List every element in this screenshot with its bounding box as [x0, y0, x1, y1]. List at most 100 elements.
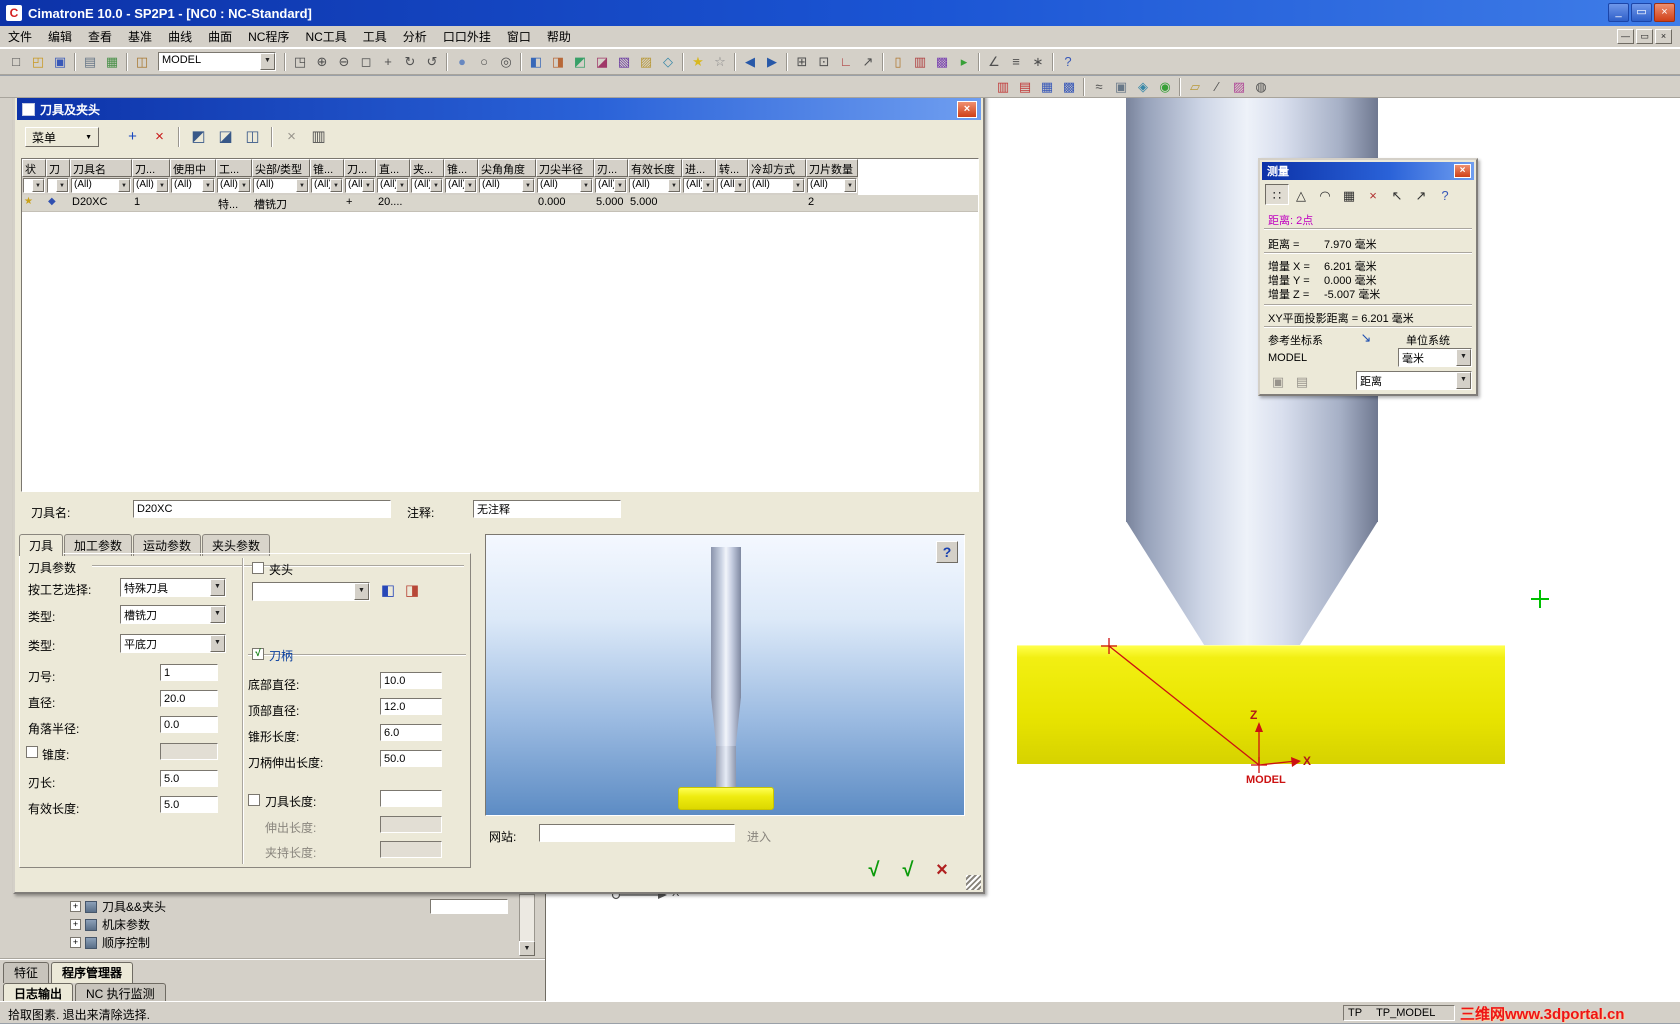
- menu-item[interactable]: NC工具: [297, 26, 354, 47]
- resize-grip[interactable]: [966, 875, 981, 890]
- mdi-window-button[interactable]: ▭: [1636, 29, 1653, 44]
- column-header[interactable]: 刀: [46, 159, 70, 177]
- tree-value-field[interactable]: [430, 899, 508, 914]
- clipboard-icon[interactable]: ▯: [887, 52, 909, 72]
- shank-param-input[interactable]: [380, 724, 442, 741]
- panel-tab[interactable]: 程序管理器: [51, 962, 134, 983]
- corner-radius-input[interactable]: [160, 716, 218, 733]
- measure-close-button[interactable]: ×: [1454, 164, 1471, 178]
- preview-help-button[interactable]: ?: [936, 541, 958, 563]
- diameter-input[interactable]: [160, 690, 218, 707]
- column-filter[interactable]: (All) ▼: [682, 177, 716, 195]
- menu-item[interactable]: 曲线: [160, 26, 200, 47]
- column-header[interactable]: 尖部/类型: [252, 159, 310, 177]
- help-icon[interactable]: ?: [1057, 52, 1079, 72]
- deselect-icon[interactable]: ×: [1361, 184, 1385, 205]
- column-filter[interactable]: ▼: [46, 177, 70, 195]
- light-icon[interactable]: ★: [687, 52, 709, 72]
- chevron-down-icon[interactable]: ▼: [210, 606, 225, 623]
- chevron-down-icon[interactable]: ▼: [32, 179, 44, 192]
- column-filter[interactable]: (All) ▼: [170, 177, 216, 195]
- measure-angle-icon[interactable]: ∠: [983, 52, 1005, 72]
- unit-select[interactable]: 毫米 ▼: [1398, 348, 1472, 367]
- redraw-icon[interactable]: ↺: [421, 52, 443, 72]
- column-header[interactable]: 刃...: [594, 159, 628, 177]
- save-result-icon[interactable]: ▣: [1266, 370, 1290, 391]
- comment-input[interactable]: [473, 500, 621, 518]
- chevron-down-icon[interactable]: ▼: [844, 179, 856, 192]
- chevron-down-icon[interactable]: ▼: [702, 179, 714, 192]
- menu-item[interactable]: 帮助: [539, 26, 579, 47]
- chevron-down-icon[interactable]: ▼: [354, 583, 369, 600]
- nc-report-icon[interactable]: ▤: [1014, 77, 1036, 97]
- shank-checkbox[interactable]: √: [252, 648, 264, 660]
- column-filter[interactable]: (All) ▼: [410, 177, 444, 195]
- menu-item[interactable]: 工具: [355, 26, 395, 47]
- menu-item[interactable]: 查看: [80, 26, 120, 47]
- column-header[interactable]: 锥...: [310, 159, 344, 177]
- hidden-line-icon[interactable]: ◎: [495, 52, 517, 72]
- view-right-icon[interactable]: ▨: [635, 52, 657, 72]
- column-filter[interactable]: ▼: [22, 177, 46, 195]
- dialog-close-button[interactable]: ×: [957, 101, 977, 118]
- dimension-icon[interactable]: ≡: [1005, 52, 1027, 72]
- view-bottom-icon[interactable]: ◪: [591, 52, 613, 72]
- pencil-icon[interactable]: ∕: [1206, 77, 1228, 97]
- open-folder-icon[interactable]: ◰: [27, 52, 49, 72]
- menu-item[interactable]: 文件: [0, 26, 40, 47]
- post-process-icon[interactable]: ◉: [1154, 77, 1176, 97]
- snap-icon[interactable]: ⊡: [813, 52, 835, 72]
- menu-item[interactable]: 窗口: [499, 26, 539, 47]
- chevron-down-icon[interactable]: ▼: [1456, 349, 1471, 366]
- export-measure-icon[interactable]: ↗: [1409, 184, 1433, 205]
- column-header[interactable]: 刀...: [132, 159, 170, 177]
- tool-list-icon[interactable]: ▦: [1036, 77, 1058, 97]
- column-header[interactable]: 刀尖半径: [536, 159, 594, 177]
- column-header[interactable]: 刀...: [344, 159, 376, 177]
- model-selector[interactable]: MODEL ▼: [158, 52, 276, 71]
- template-icon[interactable]: ▱: [1184, 77, 1206, 97]
- pick-entity-icon[interactable]: ↖: [1385, 184, 1409, 205]
- load-tool-library-icon[interactable]: ◩: [185, 125, 212, 149]
- zoom-in-icon[interactable]: ⊕: [311, 52, 333, 72]
- chevron-down-icon[interactable]: ▼: [362, 179, 374, 192]
- dialog-titlebar[interactable]: 刀具及夹头 ×: [17, 98, 981, 120]
- print-result-icon[interactable]: ▤: [1290, 370, 1314, 391]
- chevron-down-icon[interactable]: ▼: [522, 179, 534, 192]
- scroll-down-icon[interactable]: ▼: [519, 941, 535, 956]
- menu-item[interactable]: 曲面: [200, 26, 240, 47]
- column-header[interactable]: 转...: [716, 159, 748, 177]
- chevron-down-icon[interactable]: ▼: [56, 179, 68, 192]
- chevron-down-icon[interactable]: ▼: [396, 179, 408, 192]
- flute-length-input[interactable]: [160, 770, 218, 787]
- job-manager-icon[interactable]: ▩: [1058, 77, 1080, 97]
- tool-length-input[interactable]: [380, 790, 442, 807]
- menu-item[interactable]: 编辑: [40, 26, 80, 47]
- screenshot-icon[interactable]: ▦: [101, 52, 123, 72]
- toolpath-icon[interactable]: ≈: [1088, 77, 1110, 97]
- simulation-icon[interactable]: ▸: [953, 52, 975, 72]
- column-options-icon[interactable]: ▥: [305, 125, 332, 149]
- chevron-down-icon[interactable]: ▼: [210, 579, 225, 596]
- ucs-icon[interactable]: ∟: [835, 52, 857, 72]
- column-filter[interactable]: (All) ▼: [716, 177, 748, 195]
- holder-load-icon[interactable]: ◧: [376, 580, 400, 602]
- column-filter[interactable]: (All) ▼: [344, 177, 376, 195]
- table-row[interactable]: ★ ◆ D20XC 1 特... 槽铣刀 +20.... 0.000 5.000 5.000 2: [22, 195, 978, 212]
- expand-icon[interactable]: +: [70, 937, 81, 948]
- taper-checkbox[interactable]: [26, 746, 38, 758]
- chevron-down-icon[interactable]: ▼: [464, 179, 476, 192]
- tool-type-select[interactable]: 槽铣刀 ▼: [120, 605, 226, 624]
- tree-item[interactable]: + 机床参数: [70, 916, 166, 933]
- zoom-out-icon[interactable]: ⊖: [333, 52, 355, 72]
- tool-name-input[interactable]: [133, 500, 391, 518]
- expand-icon[interactable]: +: [70, 901, 81, 912]
- effective-length-input[interactable]: [160, 796, 218, 813]
- save-icon[interactable]: ▣: [49, 52, 71, 72]
- measure-angle-icon[interactable]: △: [1289, 184, 1313, 205]
- column-header[interactable]: 刀片数量: [806, 159, 858, 177]
- verify-icon[interactable]: ◈: [1132, 77, 1154, 97]
- chevron-down-icon[interactable]: ▼: [792, 179, 804, 192]
- measure-report-icon[interactable]: ▦: [1337, 184, 1361, 205]
- copy-tool-icon[interactable]: ◫: [239, 125, 266, 149]
